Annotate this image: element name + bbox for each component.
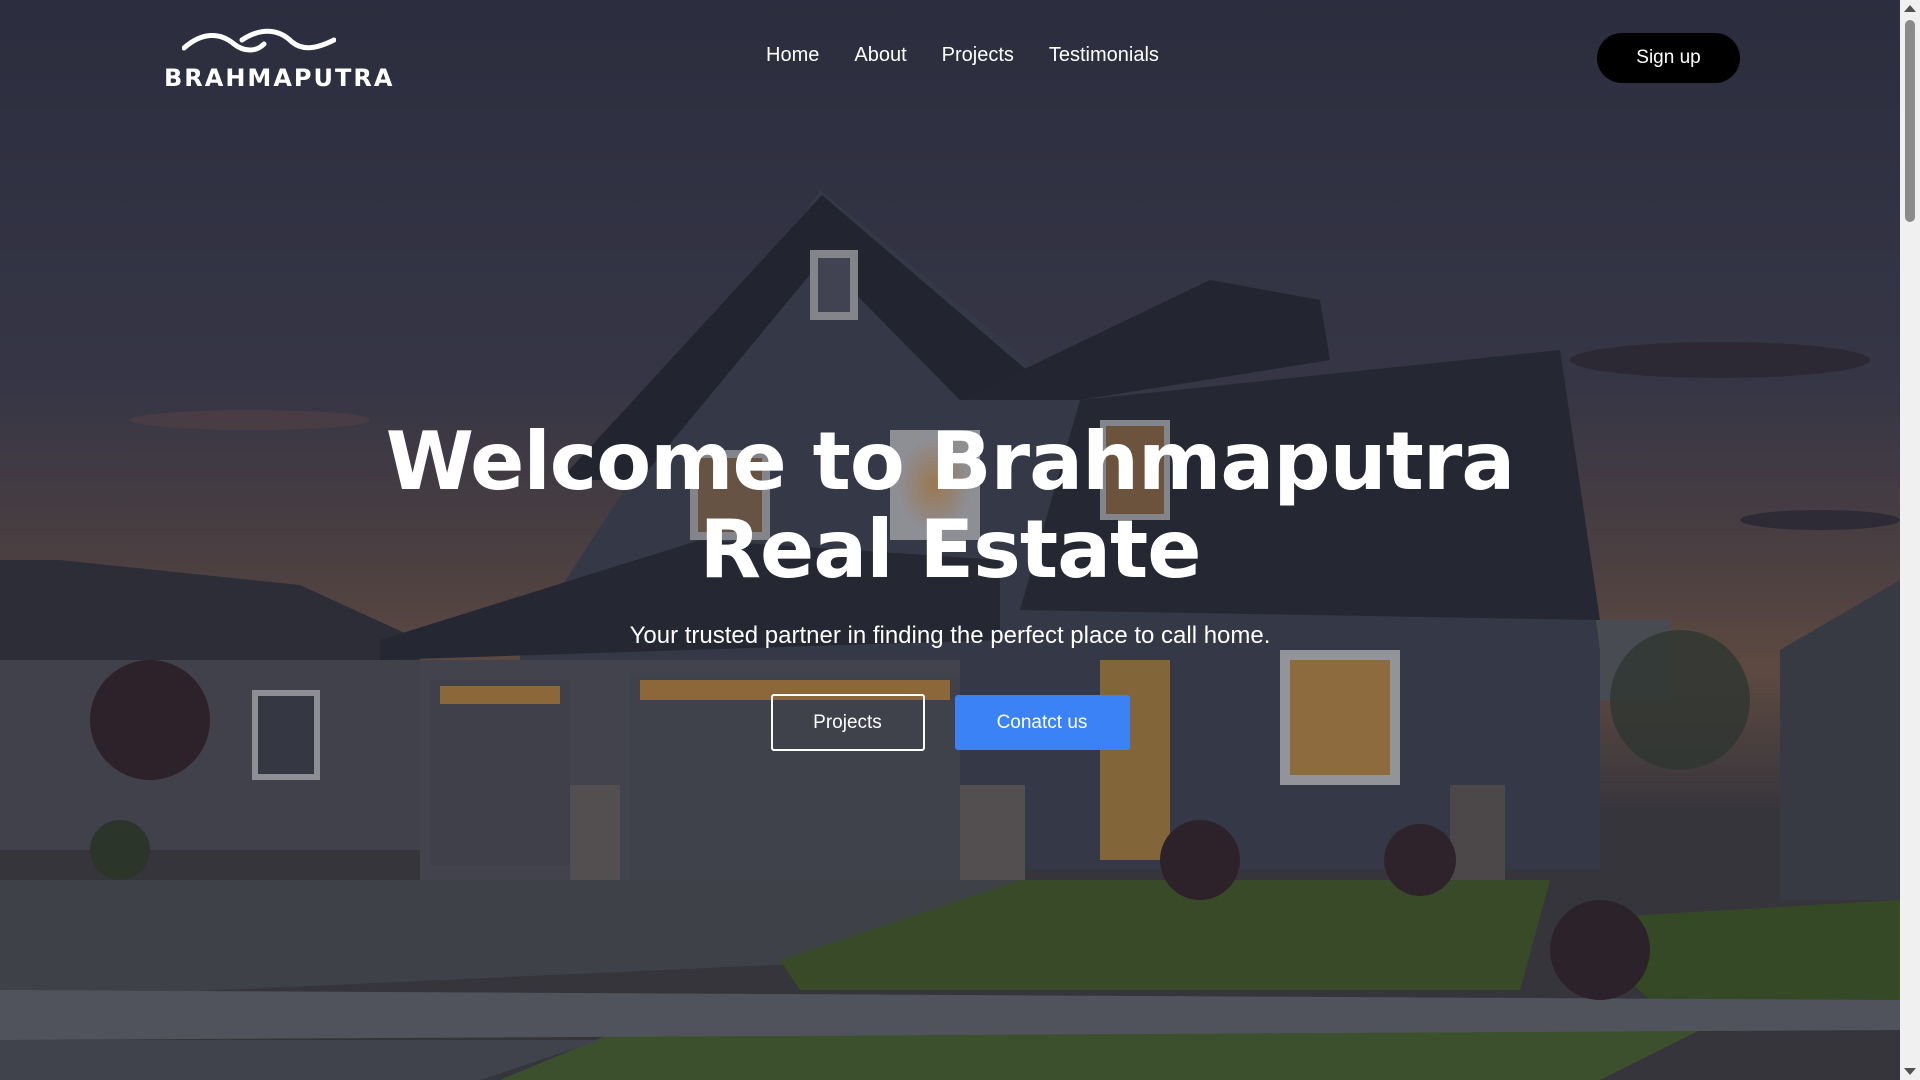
hero-section: Welcome to Brahmaputra Real Estate Your … (0, 418, 1900, 751)
main-nav: Home About Projects Testimonials (766, 44, 1159, 67)
hero-subtitle: Your trusted partner in finding the perf… (629, 622, 1271, 649)
navbar: BRAHMAPUTRA Home About Projects Testimon… (0, 0, 1900, 116)
hero-title-line1: Welcome to Brahmaputra (385, 415, 1516, 508)
brand-logo[interactable]: BRAHMAPUTRA (164, 28, 395, 92)
contact-us-button[interactable]: Conatct us (954, 695, 1130, 750)
hero-title: Welcome to Brahmaputra Real Estate (0, 418, 1900, 594)
scroll-down-arrow-icon[interactable] (1904, 1068, 1916, 1075)
scroll-up-arrow-icon[interactable] (1904, 5, 1916, 12)
scrollbar-thumb[interactable] (1905, 20, 1915, 222)
signup-button[interactable]: Sign up (1597, 33, 1740, 83)
projects-button[interactable]: Projects (770, 694, 925, 751)
nav-link-home[interactable]: Home (766, 44, 819, 67)
hero-title-line2: Real Estate (699, 503, 1201, 596)
nav-link-projects[interactable]: Projects (942, 44, 1014, 67)
nav-link-testimonials[interactable]: Testimonials (1049, 44, 1159, 67)
nav-link-about[interactable]: About (854, 44, 906, 67)
page: BRAHMAPUTRA Home About Projects Testimon… (0, 0, 1920, 1080)
hero-actions: Projects Conatct us (0, 694, 1900, 751)
vertical-scrollbar[interactable] (1900, 0, 1920, 1080)
wave-logo-icon (182, 28, 336, 53)
brand-name: BRAHMAPUTRA (164, 64, 395, 92)
